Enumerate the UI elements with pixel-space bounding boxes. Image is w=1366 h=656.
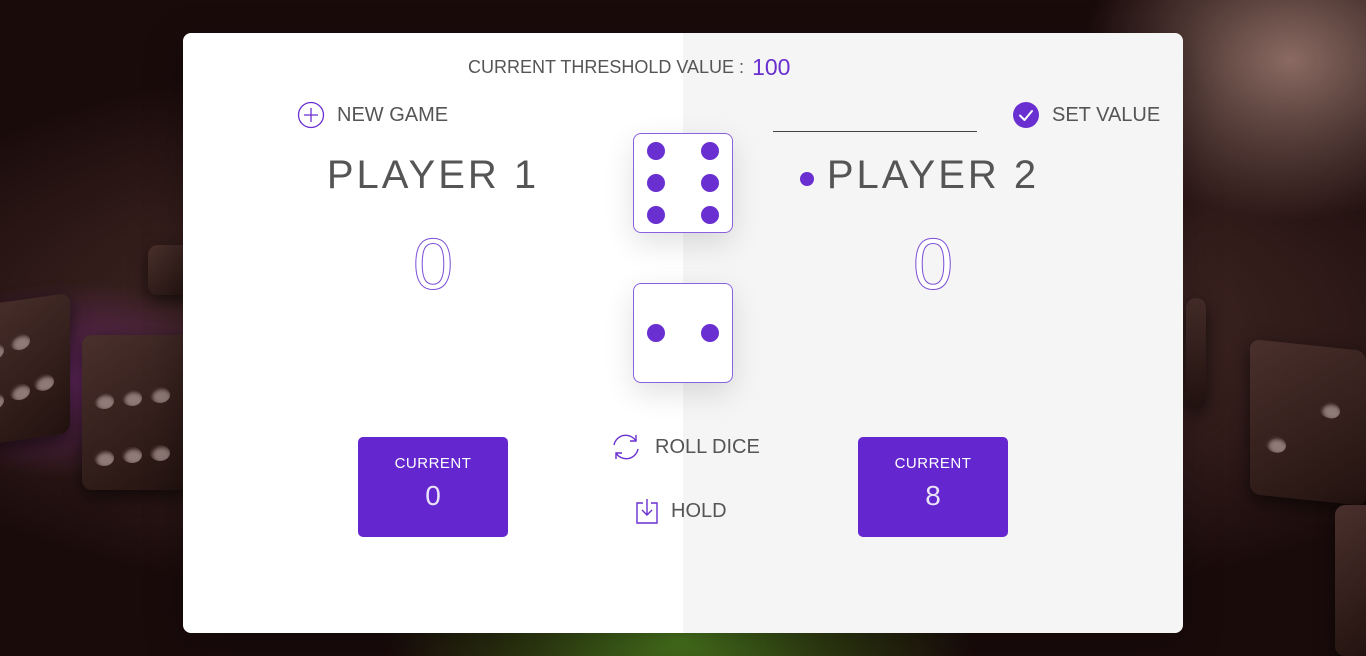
player-2-current-box: CURRENT 8 bbox=[858, 437, 1008, 537]
player-2-current-value: 8 bbox=[925, 480, 941, 511]
dice-2 bbox=[633, 283, 733, 383]
plus-circle-icon bbox=[297, 101, 325, 129]
dice-pip bbox=[701, 174, 719, 192]
threshold-value: 100 bbox=[752, 53, 791, 80]
player-2-name: PLAYER 2 bbox=[826, 153, 1040, 197]
threshold-label: CURRENT THRESHOLD VALUE : bbox=[468, 56, 745, 77]
dice-pip bbox=[647, 324, 665, 342]
new-game-label: NEW GAME bbox=[337, 103, 449, 126]
new-game-button[interactable]: NEW GAME bbox=[297, 101, 448, 129]
dice-pip bbox=[647, 174, 665, 192]
dice-pip bbox=[701, 324, 719, 342]
player-1-score: 0 bbox=[412, 225, 454, 306]
hold-label: HOLD bbox=[671, 499, 727, 522]
download-icon bbox=[635, 497, 659, 525]
player-1-name: PLAYER 1 bbox=[326, 153, 540, 197]
threshold-display: CURRENT THRESHOLD VALUE : 100 bbox=[468, 51, 790, 83]
background-die bbox=[1335, 505, 1366, 656]
set-value-label: SET VALUE bbox=[1052, 103, 1161, 126]
dice-pip bbox=[701, 142, 719, 160]
player-2-current-label: CURRENT bbox=[894, 455, 972, 472]
check-circle-icon bbox=[1012, 101, 1040, 129]
background-die bbox=[82, 335, 192, 490]
background-die bbox=[1250, 338, 1366, 507]
player-1-current-value: 0 bbox=[425, 480, 441, 511]
game-panel: CURRENT THRESHOLD VALUE : 100 NEW GAME S… bbox=[183, 33, 1183, 633]
dice-pip bbox=[647, 206, 665, 224]
player-1-current-box: CURRENT 0 bbox=[358, 437, 508, 537]
roll-dice-label: ROLL DICE bbox=[655, 435, 760, 458]
dice-pip bbox=[701, 206, 719, 224]
background-die bbox=[0, 292, 70, 448]
dice-pip bbox=[647, 142, 665, 160]
background-die bbox=[1186, 298, 1206, 408]
player-2-score: 0 bbox=[912, 225, 954, 306]
player-1-current-label: CURRENT bbox=[394, 455, 472, 472]
refresh-icon bbox=[609, 432, 643, 462]
set-value-button[interactable]: SET VALUE bbox=[1012, 101, 1160, 129]
roll-dice-button[interactable]: ROLL DICE bbox=[609, 432, 760, 462]
threshold-input[interactable] bbox=[773, 105, 977, 132]
hold-button[interactable]: HOLD bbox=[635, 497, 727, 525]
dice-1 bbox=[633, 133, 733, 233]
